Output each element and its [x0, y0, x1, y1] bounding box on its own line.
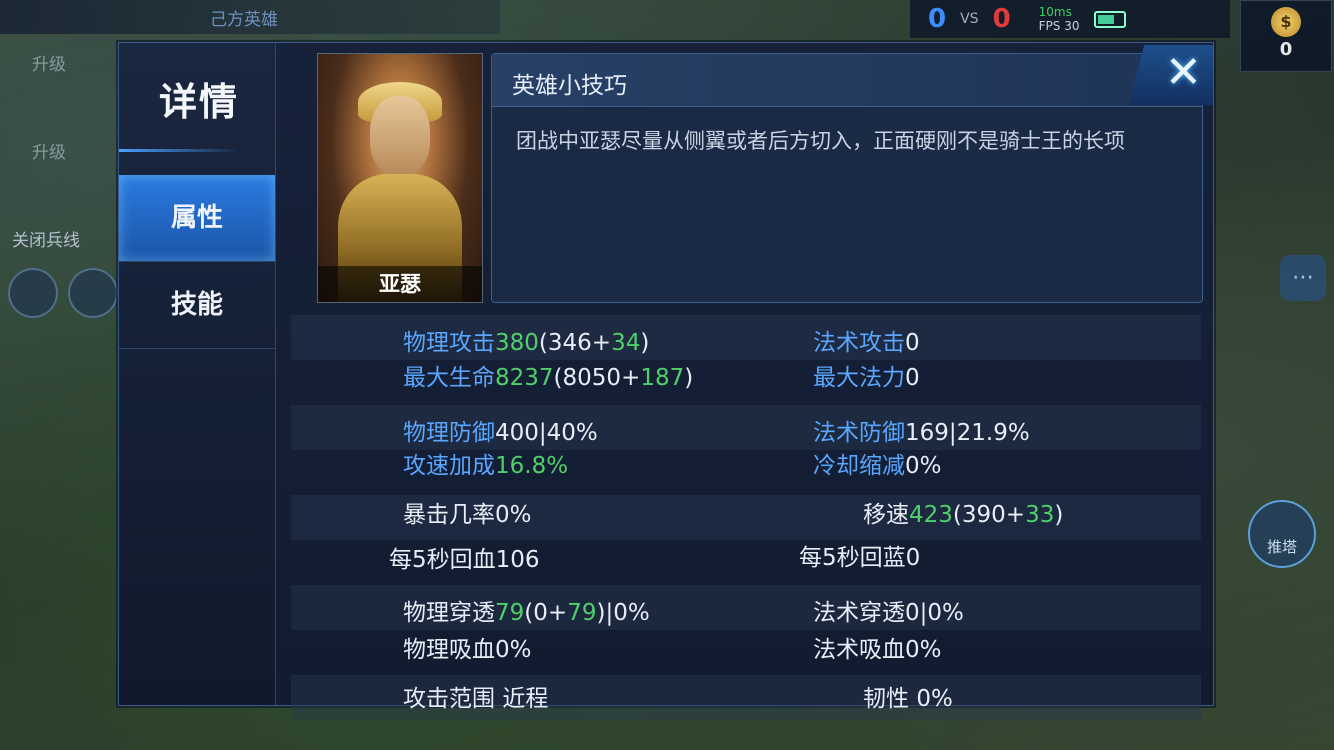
scoreboard: 0 VS 0 10ms FPS 30 — [910, 0, 1230, 38]
blue-score: 0 — [928, 4, 947, 34]
phys-pen-bonus: 79 — [567, 600, 597, 626]
phys-lifesteal-value: 0% — [495, 637, 532, 663]
stat-row: 物理防御400|40% 法术防御169|21.9% — [291, 405, 1201, 450]
max-mana-value: 0 — [905, 365, 920, 391]
move-speed-total: 423 — [909, 502, 953, 528]
phys-atk-label: 物理攻击 — [403, 330, 495, 356]
stats-table: 物理攻击380(346+34) 法术攻击0 最大生命8237(8050+187)… — [291, 315, 1201, 720]
gold-amount: 0 — [1279, 39, 1293, 60]
max-mana-label: 最大法力 — [813, 365, 905, 391]
move-speed-label: 移速 — [863, 502, 909, 528]
shield-icon[interactable] — [8, 268, 58, 318]
close-lane-button[interactable]: 关闭兵线 — [12, 226, 80, 251]
mag-lifesteal-label: 法术吸血 — [813, 637, 905, 663]
tab-skills[interactable]: 技能 — [119, 262, 275, 349]
cdr-value: 0% — [905, 453, 942, 479]
push-tower-button[interactable]: 推塔 — [1248, 500, 1316, 568]
flag-icon[interactable] — [68, 268, 118, 318]
gold-bag-icon: $ — [1271, 7, 1301, 37]
mag-def-label: 法术防御 — [813, 420, 905, 446]
hero-portrait: 亚瑟 — [317, 53, 483, 303]
hero-detail-dialog: 详情 属性 技能 亚瑟 英雄小技巧 团战中亚瑟尽量从侧翼或者后方切入，正面硬刚不… — [118, 42, 1214, 720]
phys-def-label: 物理防御 — [403, 420, 495, 446]
mag-pen-value: 0|0% — [905, 600, 964, 626]
hud-top-panel: 己方英雄 — [0, 0, 500, 34]
max-hp-bonus: 187 — [640, 365, 685, 391]
gold-panel[interactable]: $ 0 — [1240, 0, 1332, 72]
push-label: 推塔 — [1266, 538, 1297, 556]
chat-icon[interactable]: ⋯ — [1280, 255, 1326, 301]
stat-row: 暴击几率0% 移速423(390+33) — [291, 495, 1201, 540]
atk-speed-label: 攻速加成 — [403, 453, 495, 479]
stat-row: 最大生命8237(8050+187) 最大法力0 — [403, 365, 920, 391]
dialog-title-plate: 详情 — [119, 61, 275, 152]
crit-value: 0% — [495, 502, 532, 528]
phys-atk-bonus: 34 — [611, 330, 641, 356]
max-hp-base: 8050 — [562, 365, 622, 391]
battery-icon — [1093, 10, 1126, 28]
phys-def-value: 400|40% — [495, 420, 598, 446]
max-hp-total: 8237 — [495, 365, 554, 391]
phys-pen-total: 79 — [495, 600, 525, 626]
phys-atk-base: 346 — [547, 330, 592, 356]
phys-pen-base: 0 — [533, 600, 548, 626]
stat-row: 攻速加成16.8% 冷却缩减0% — [291, 450, 1201, 495]
crit-label: 暴击几率 — [403, 502, 495, 528]
red-score: 0 — [992, 4, 1011, 34]
move-speed-base: 390 — [961, 502, 1006, 528]
portrait-face — [370, 96, 430, 174]
phys-lifesteal-label: 物理吸血 — [403, 637, 495, 663]
cdr-label: 冷却缩减 — [813, 453, 905, 479]
ping-readout: 10ms — [1038, 5, 1072, 19]
upgrade-tag: 升级 — [32, 55, 66, 75]
stat-row: 物理吸血0% 法术吸血0% — [291, 630, 1201, 675]
fps-readout: FPS 30 — [1038, 19, 1080, 33]
phys-pen-pct: |0% — [605, 600, 650, 626]
mag-def-value: 169|21.9% — [905, 420, 1030, 446]
hero-tips-panel: 英雄小技巧 团战中亚瑟尽量从侧翼或者后方切入，正面硬刚不是骑士王的长项 — [491, 53, 1203, 303]
max-hp-label: 最大生命 — [403, 365, 495, 391]
tips-title: 英雄小技巧 — [512, 73, 627, 99]
mp-regen-value: 0 — [905, 545, 921, 571]
mag-pen-label: 法术穿透 — [813, 600, 905, 626]
vs-label: VS — [960, 11, 979, 27]
tenacity-label: 韧性 — [863, 686, 909, 712]
dialog-title: 详情 — [159, 80, 240, 124]
mag-lifesteal-value: 0% — [905, 637, 942, 663]
atk-speed-value: 16.8% — [495, 453, 569, 479]
upgrade-tag-2: 升级 — [32, 143, 66, 163]
close-icon: ✕ — [1165, 47, 1202, 98]
tenacity-value: 0% — [916, 686, 953, 712]
phys-pen-label: 物理穿透 — [403, 600, 495, 626]
tips-header: 英雄小技巧 — [492, 54, 1202, 107]
attack-range-value: 近程 — [502, 686, 549, 712]
title-underline — [119, 149, 239, 152]
stat-row: 物理攻击380(346+34) 法术攻击0 — [291, 315, 1201, 360]
attack-range-label: 攻击范围 — [403, 686, 495, 712]
dialog-sidebar: 详情 属性 技能 — [119, 43, 276, 705]
stat-row: 攻击范围 近程 韧性 0% — [291, 675, 1201, 720]
phys-atk-total: 380 — [495, 330, 539, 356]
tab-attributes[interactable]: 属性 — [119, 175, 275, 262]
mag-atk-value: 0 — [905, 330, 920, 356]
tips-text: 团战中亚瑟尽量从侧翼或者后方切入，正面硬刚不是骑士王的长项 — [516, 129, 1125, 153]
mag-atk-label: 法术攻击 — [813, 330, 905, 356]
stat-row: 每5秒回血106 每5秒回蓝0 — [291, 540, 1201, 585]
hp-regen-value: 106 — [495, 547, 540, 573]
move-speed-bonus: 33 — [1025, 502, 1055, 528]
hero-name: 亚瑟 — [379, 272, 421, 296]
ally-heroes-title: 己方英雄 — [210, 10, 278, 30]
hp-regen-label: 每5秒回血 — [389, 547, 496, 573]
mp-regen-label: 每5秒回蓝 — [799, 545, 906, 571]
stat-row: 物理穿透79(0+79)|0% 法术穿透0|0% — [291, 585, 1201, 630]
